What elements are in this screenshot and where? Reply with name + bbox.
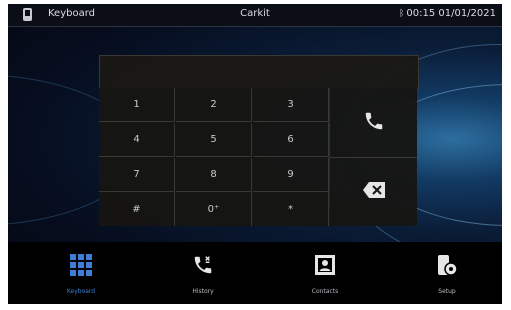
status-datetime: 00:15 01/01/2021 <box>406 8 496 19</box>
nav-contacts[interactable]: Contacts <box>280 252 370 302</box>
nav-keyboard[interactable]: Keyboard <box>36 252 126 302</box>
backspace-icon <box>362 182 385 202</box>
phone-call-icon <box>363 110 385 136</box>
dial-number-display <box>99 55 419 89</box>
nav-history-label: History <box>192 288 214 295</box>
status-bar: Keyboard Carkit ᛒ 00:15 01/01/2021 <box>8 4 502 27</box>
keypad-grid-icon <box>70 254 92 280</box>
call-button[interactable] <box>330 88 417 158</box>
key-9[interactable]: 9 <box>253 158 329 192</box>
status-datetime-group: ᛒ 00:15 01/01/2021 <box>399 8 496 19</box>
key-7[interactable]: 7 <box>99 158 175 192</box>
nav-history[interactable]: History <box>158 252 248 302</box>
key-star[interactable]: * <box>253 192 329 226</box>
device-frame: Keyboard Carkit ᛒ 00:15 01/01/2021 1 2 3 … <box>0 0 511 310</box>
bottom-navigation: Keyboard History Contacts Setup <box>8 242 502 304</box>
delete-button[interactable] <box>330 158 417 226</box>
key-1[interactable]: 1 <box>99 88 175 122</box>
key-4[interactable]: 4 <box>99 123 175 157</box>
key-3[interactable]: 3 <box>253 88 329 122</box>
key-8[interactable]: 8 <box>176 158 252 192</box>
key-2[interactable]: 2 <box>176 88 252 122</box>
bluetooth-icon: ᛒ <box>398 9 405 19</box>
screen: Keyboard Carkit ᛒ 00:15 01/01/2021 1 2 3 … <box>8 4 502 304</box>
key-6[interactable]: 6 <box>253 123 329 157</box>
key-0[interactable]: 0⁺ <box>176 192 252 226</box>
contacts-book-icon <box>314 254 336 280</box>
nav-keyboard-label: Keyboard <box>66 288 96 295</box>
phone-settings-icon <box>436 254 458 282</box>
nav-setup-label: Setup <box>438 288 456 295</box>
nav-setup[interactable]: Setup <box>402 252 492 302</box>
dial-keypad: 1 2 3 4 5 6 7 8 9 # 0⁺ * <box>99 88 329 226</box>
key-hash[interactable]: # <box>99 192 175 226</box>
call-history-icon <box>192 254 214 280</box>
nav-contacts-label: Contacts <box>311 288 339 295</box>
key-5[interactable]: 5 <box>176 123 252 157</box>
